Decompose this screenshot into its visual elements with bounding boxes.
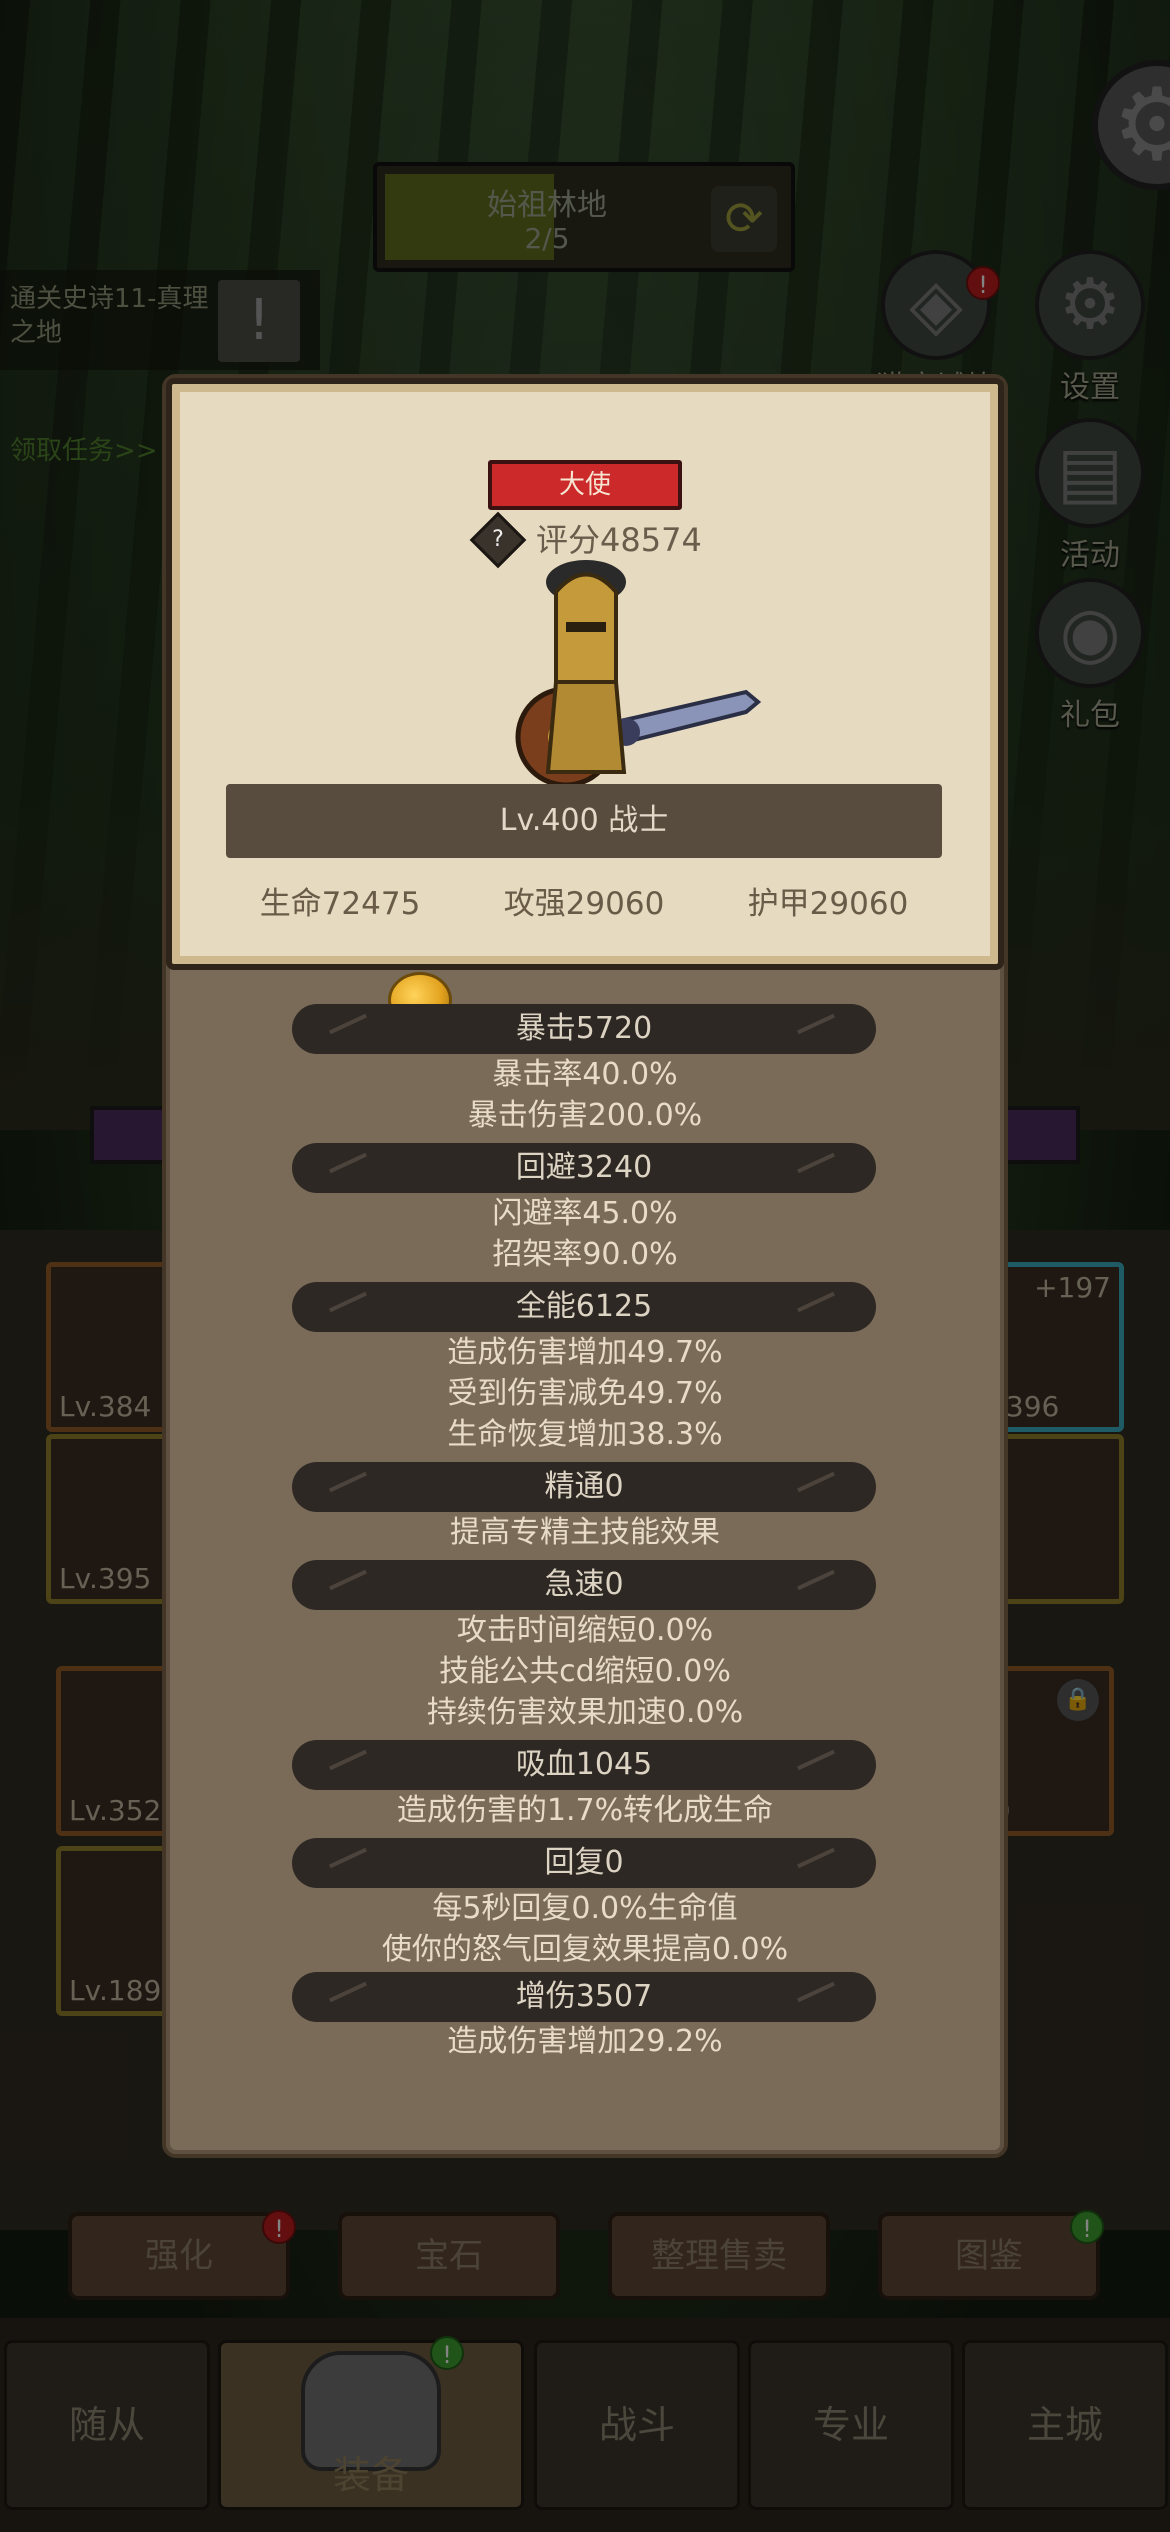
- stat-header-crit: 暴击5720: [292, 1004, 876, 1054]
- hero-name-bar: Lv.400 战士: [226, 784, 942, 858]
- hp-stat: 生命72475: [259, 886, 421, 922]
- armor-stat: 护甲29060: [747, 886, 909, 922]
- stat-detail: 每5秒回复0.0%生命值: [432, 1891, 738, 1926]
- stat-detail: 生命恢复增加38.3%: [447, 1417, 723, 1452]
- stat-header-mastery: 精通0: [292, 1462, 876, 1512]
- stat-detail: 招架率90.0%: [492, 1237, 678, 1272]
- stat-detail: 受到伤害减免49.7%: [447, 1376, 723, 1411]
- stat-detail: 持续伤害效果加速0.0%: [426, 1695, 744, 1730]
- stat-detail: 暴击伤害200.0%: [467, 1098, 703, 1133]
- warrior-character-sprite: [515, 560, 762, 788]
- stat-header-versatility: 全能6125: [292, 1282, 876, 1332]
- stat-detail: 造成伤害增加49.7%: [447, 1335, 723, 1370]
- stat-detail: 造成伤害增加29.2%: [447, 2024, 723, 2059]
- stat-header-lifesteal: 吸血1045: [292, 1740, 876, 1790]
- stat-header-regen: 回复0: [292, 1838, 876, 1888]
- stat-detail: 造成伤害的1.7%转化成生命: [396, 1793, 774, 1828]
- stat-header-avoidance: 回避3240: [292, 1143, 876, 1193]
- class-tag: 大使: [488, 460, 682, 510]
- stat-detail: 技能公共cd缩短0.0%: [439, 1654, 731, 1689]
- stat-detail: 暴击率40.0%: [492, 1057, 678, 1092]
- attack-stat: 攻强29060: [503, 886, 665, 922]
- stat-header-damage-bonus: 增伤3507: [292, 1972, 876, 2022]
- stat-detail: 闪避率45.0%: [492, 1196, 678, 1231]
- stat-detail: 提高专精主技能效果: [450, 1515, 720, 1550]
- stat-header-haste: 急速0: [292, 1560, 876, 1610]
- stat-detail: 使你的怒气回复效果提高0.0%: [381, 1932, 789, 1967]
- stat-detail: 攻击时间缩短0.0%: [456, 1613, 714, 1648]
